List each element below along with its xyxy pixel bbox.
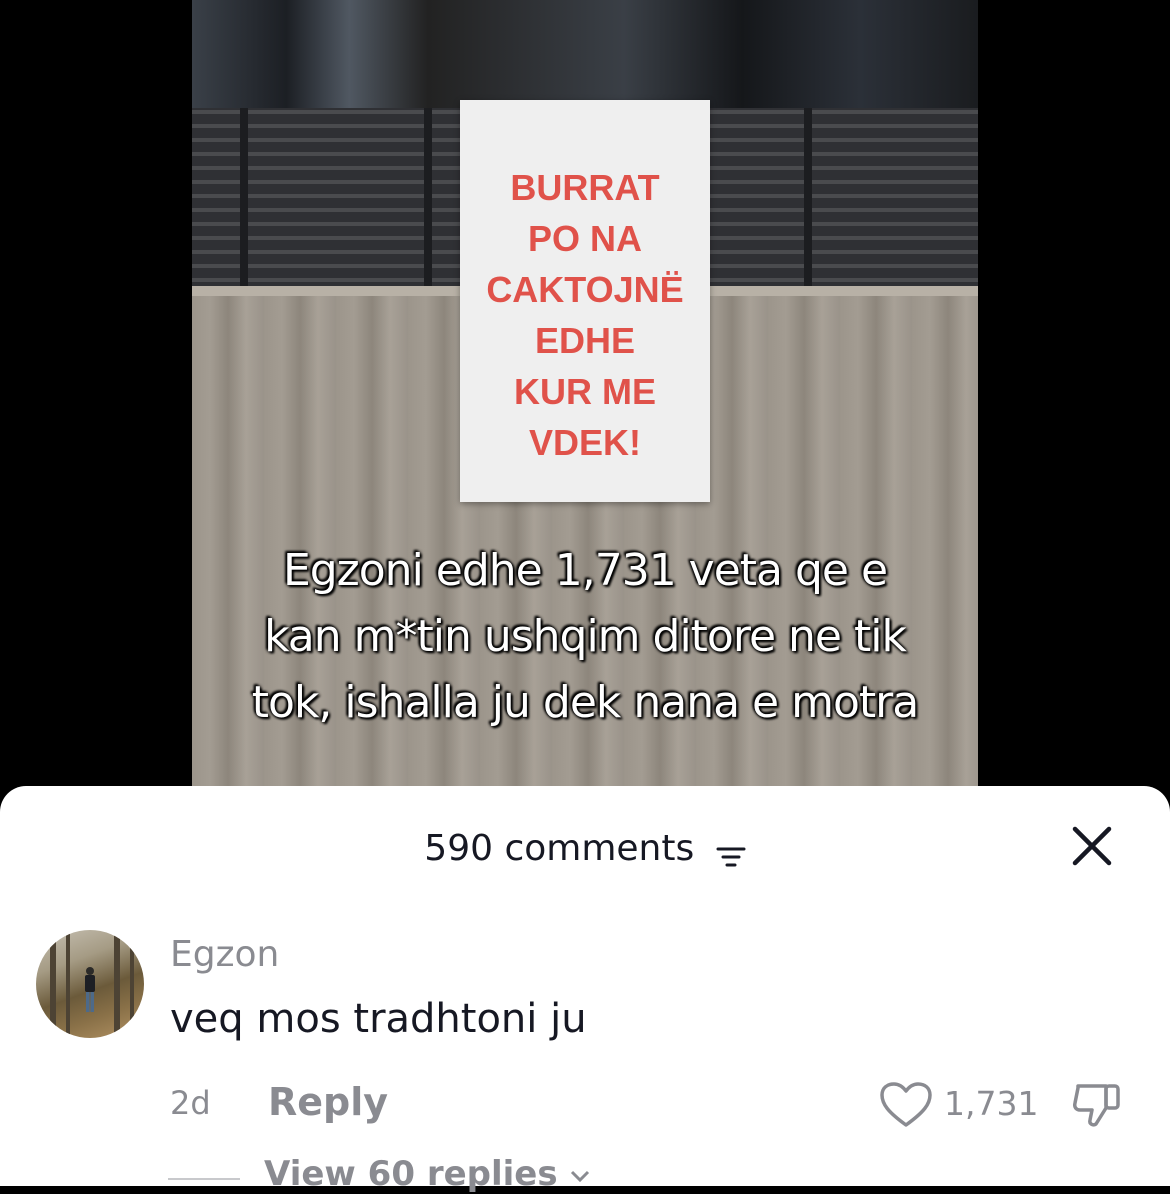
protest-poster: BURRAT PO NA CAKTOJNË EDHE KUR ME VDEK! bbox=[460, 100, 710, 502]
avatar[interactable] bbox=[36, 930, 144, 1038]
poster-line: EDHE bbox=[534, 320, 636, 361]
fence-post bbox=[804, 108, 812, 292]
heart-outline-icon[interactable] bbox=[878, 1080, 934, 1130]
fence-post bbox=[424, 108, 432, 292]
poster-line: KUR ME bbox=[514, 371, 656, 412]
view-replies-button[interactable]: View 60 replies bbox=[264, 1154, 591, 1194]
view-replies-label: View 60 replies bbox=[264, 1154, 558, 1194]
filter-icon[interactable] bbox=[716, 836, 746, 867]
comment-text: veq mos tradhtoni ju bbox=[170, 996, 587, 1042]
replies-divider bbox=[168, 1178, 240, 1180]
thumbs-down-icon[interactable] bbox=[1070, 1078, 1126, 1132]
comments-sheet: 590 comments Egzon veq mos tradhtoni ju … bbox=[0, 786, 1170, 1194]
poster-text: BURRAT PO NA CAKTOJNË EDHE KUR ME VDEK! bbox=[460, 162, 710, 468]
poster-line: BURRAT bbox=[510, 167, 660, 208]
avatar-person bbox=[85, 967, 95, 1012]
video-caption: Egzoni edhe 1,731 veta qe e kan m*tin us… bbox=[150, 538, 1020, 736]
caption-line: tok, ishalla ju dek nana e motra bbox=[251, 677, 919, 728]
caption-line: kan m*tin ushqim ditore ne tik bbox=[264, 611, 907, 662]
avatar-tree bbox=[50, 930, 56, 1038]
avatar-tree bbox=[66, 930, 70, 1038]
poster-line: CAKTOJNË bbox=[486, 269, 684, 310]
poster-line: VDEK! bbox=[528, 422, 641, 463]
avatar-tree bbox=[114, 930, 120, 1038]
caption-line: Egzoni edhe 1,731 veta qe e bbox=[282, 545, 888, 596]
storefront-windows bbox=[192, 0, 978, 108]
comments-header[interactable]: 590 comments bbox=[0, 828, 1170, 869]
comment-time: 2d bbox=[170, 1084, 211, 1122]
poster-line: PO NA bbox=[527, 218, 642, 259]
avatar-tree bbox=[130, 930, 134, 1038]
like-count: 1,731 bbox=[944, 1084, 1039, 1123]
comment-username[interactable]: Egzon bbox=[170, 934, 279, 975]
fence-post bbox=[240, 108, 248, 292]
video-player[interactable]: BURRAT PO NA CAKTOJNË EDHE KUR ME VDEK! … bbox=[0, 0, 1170, 800]
close-icon[interactable] bbox=[1070, 824, 1114, 868]
chevron-down-icon bbox=[569, 1154, 591, 1194]
reply-button[interactable]: Reply bbox=[268, 1080, 388, 1124]
comments-count: 590 comments bbox=[424, 828, 695, 869]
